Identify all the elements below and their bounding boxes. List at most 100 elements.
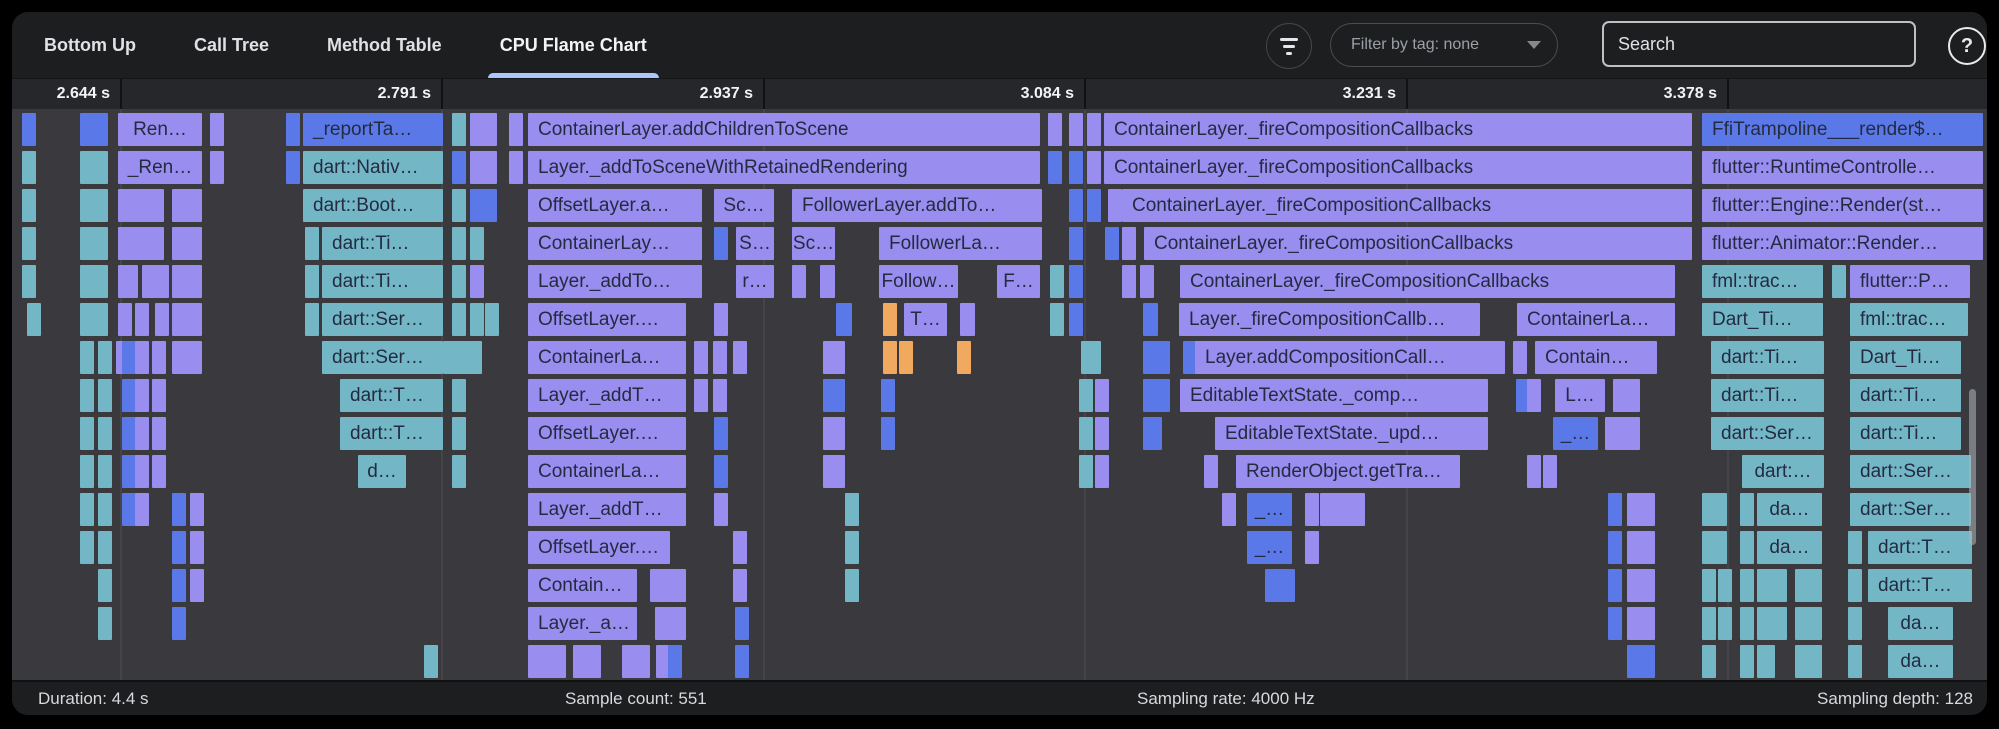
flame-bar[interactable]: da… [1888, 645, 1953, 678]
flame-bar[interactable] [650, 569, 686, 602]
flame-bar[interactable] [1627, 531, 1655, 564]
flame-bar[interactable] [899, 341, 913, 374]
flame-bar[interactable] [1108, 189, 1122, 222]
flame-bar[interactable] [142, 265, 156, 298]
flame-bar[interactable] [455, 341, 469, 374]
flame-bar[interactable]: d… [358, 455, 406, 488]
flame-bar[interactable] [1757, 645, 1775, 678]
flame-bar[interactable] [694, 341, 708, 374]
flame-bar[interactable]: OffsetLayer.a… [528, 189, 702, 222]
flame-bar[interactable] [190, 531, 204, 564]
flame-bar[interactable]: ContainerLa… [528, 455, 686, 488]
flame-bar[interactable]: dart::Ti… [1711, 379, 1824, 412]
flame-bar[interactable]: dart::Ser… [322, 341, 443, 374]
flame-bar[interactable] [1848, 531, 1862, 564]
flame-bar[interactable] [80, 303, 108, 336]
tab-bottom-up[interactable]: Bottom Up [40, 12, 140, 78]
flame-bar[interactable] [152, 455, 166, 488]
flame-bar[interactable] [1048, 151, 1062, 184]
flame-bar[interactable] [1627, 569, 1655, 602]
flame-bar[interactable] [668, 607, 686, 640]
flame-bar[interactable]: OffsetLayer.… [528, 531, 670, 564]
flame-bar[interactable] [1305, 493, 1319, 526]
filter-by-tag-dropdown[interactable]: Filter by tag: none [1330, 23, 1558, 67]
flame-bar[interactable] [22, 189, 36, 222]
flame-bar[interactable] [735, 607, 749, 640]
flame-bar[interactable] [98, 531, 112, 564]
flame-bar[interactable] [1757, 569, 1787, 602]
flame-bar[interactable] [1079, 379, 1093, 412]
flame-bar[interactable] [452, 303, 466, 336]
flame-bar[interactable]: _reportTa… [303, 113, 443, 146]
flame-bar[interactable] [210, 113, 224, 146]
flame-chart[interactable]: Ren…_reportTa…ContainerLayer.addChildren… [12, 109, 1987, 680]
help-button[interactable]: ? [1948, 27, 1986, 65]
flame-bar[interactable]: dart::Ser… [1850, 493, 1971, 526]
flame-bar[interactable]: Sc… [714, 189, 774, 222]
flame-bar[interactable] [172, 569, 186, 602]
flame-bar[interactable] [80, 455, 94, 488]
flame-bar[interactable]: ContainerLay… [528, 227, 702, 260]
flame-bar[interactable] [1848, 607, 1862, 640]
flame-bar[interactable]: dart::T… [1868, 531, 1972, 564]
flame-bar[interactable]: dart::T… [340, 379, 443, 412]
flame-bar[interactable] [210, 151, 224, 184]
flame-bar[interactable] [172, 607, 186, 640]
flame-bar[interactable]: Follow… [879, 265, 958, 298]
flame-bar[interactable] [1087, 113, 1101, 146]
flame-bar[interactable] [1122, 227, 1136, 260]
flame-bar[interactable] [1069, 151, 1083, 184]
flame-bar[interactable] [122, 379, 136, 412]
flame-bar[interactable]: OffsetLayer.… [528, 303, 686, 336]
flame-bar[interactable] [27, 303, 41, 336]
flame-bar[interactable] [80, 417, 94, 450]
flame-bar[interactable] [135, 303, 149, 336]
flame-bar[interactable] [1608, 569, 1622, 602]
flame-bar[interactable]: dart::T… [1868, 569, 1972, 602]
flame-bar[interactable]: Layer._addT… [528, 379, 686, 412]
flame-bar[interactable] [1095, 455, 1109, 488]
flame-bar[interactable]: EditableTextState._comp… [1180, 379, 1488, 412]
flame-bar[interactable] [714, 455, 728, 488]
flame-bar[interactable] [80, 151, 108, 184]
flame-bar[interactable]: ContainerLayer._fireCompositionCallbacks [1144, 227, 1692, 260]
flame-bar[interactable] [836, 303, 852, 336]
flame-bar[interactable] [1740, 607, 1754, 640]
flame-bar[interactable] [823, 341, 845, 374]
flame-bar[interactable] [1143, 341, 1170, 374]
flame-bar[interactable] [1095, 379, 1109, 412]
flame-bar[interactable] [286, 151, 300, 184]
flame-bar[interactable] [1702, 531, 1727, 564]
flame-bar[interactable] [98, 455, 112, 488]
flame-bar[interactable] [881, 417, 895, 450]
flame-bar[interactable]: flutter::RuntimeControlle… [1702, 151, 1983, 184]
flame-bar[interactable]: fml::trac… [1702, 265, 1823, 298]
flame-bar[interactable] [452, 189, 466, 222]
flame-bar[interactable] [1740, 493, 1754, 526]
flame-bar[interactable] [1795, 569, 1822, 602]
flame-bar[interactable] [98, 341, 112, 374]
flame-bar[interactable] [118, 189, 164, 222]
flame-bar[interactable]: F… [997, 265, 1040, 298]
flame-bar[interactable]: Layer._addT… [528, 493, 686, 526]
flame-bar[interactable] [80, 493, 94, 526]
flame-bar[interactable] [668, 645, 682, 678]
flame-bar[interactable]: dart:… [1742, 455, 1824, 488]
flame-bar[interactable] [1222, 493, 1236, 526]
flame-bar[interactable] [1605, 417, 1640, 450]
flame-bar[interactable] [118, 303, 132, 336]
flame-bar[interactable] [452, 227, 466, 260]
flame-bar[interactable] [1069, 265, 1083, 298]
flame-bar[interactable] [1702, 569, 1716, 602]
flame-bar[interactable] [823, 455, 845, 488]
flame-bar[interactable] [452, 417, 466, 450]
flame-bar[interactable] [1305, 531, 1319, 564]
flame-bar[interactable]: ContainerLa… [528, 341, 686, 374]
flame-bar[interactable] [1048, 113, 1062, 146]
flame-bar[interactable] [98, 607, 112, 640]
flame-bar[interactable] [22, 227, 36, 260]
flame-bar[interactable] [305, 303, 319, 336]
flame-bar[interactable] [1608, 531, 1622, 564]
flame-bar[interactable] [155, 303, 169, 336]
flame-bar[interactable]: L… [1555, 379, 1605, 412]
